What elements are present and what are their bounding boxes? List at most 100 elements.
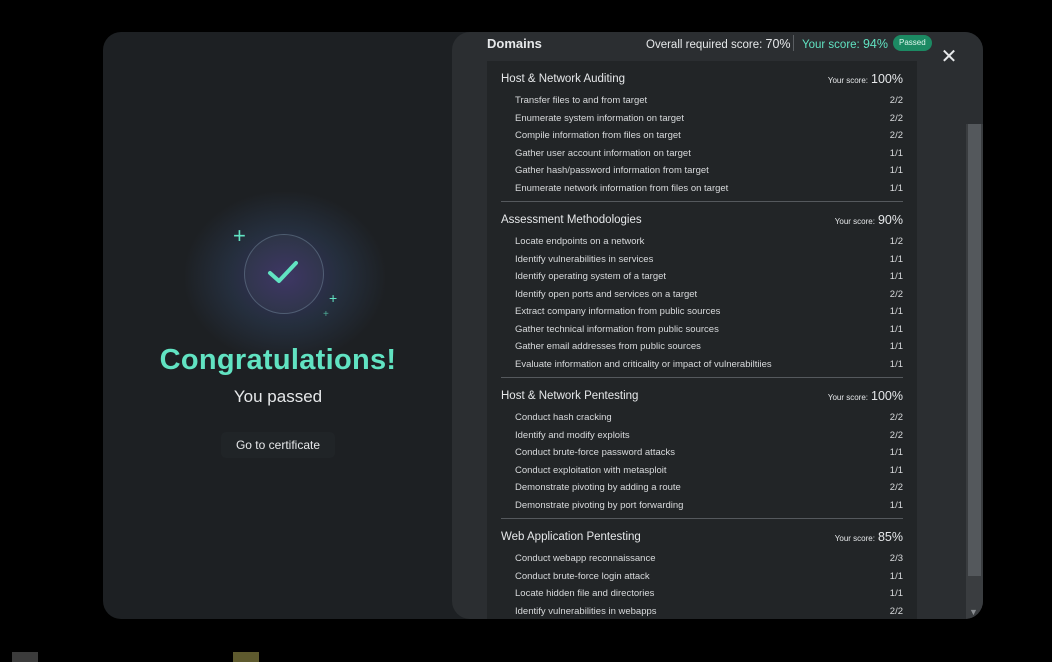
domain-header: Web Application Pentesting Your score: 85%	[501, 519, 903, 545]
checkmark-icon	[244, 234, 324, 314]
task-name: Conduct exploitation with metasploit	[515, 464, 667, 476]
scrollbar-thumb[interactable]	[968, 124, 981, 576]
domain-name: Web Application Pentesting	[501, 531, 641, 543]
task-row: Identify open ports and services on a ta…	[515, 285, 903, 303]
task-name: Gather technical information from public…	[515, 323, 719, 335]
task-row: Locate endpoints on a network 1/2	[515, 232, 903, 250]
task-score: 1/1	[889, 323, 903, 335]
task-row: Demonstrate pivoting by adding a route 2/…	[515, 478, 903, 496]
scroll-down-icon[interactable]: ▼	[969, 607, 978, 617]
task-score: 1/1	[889, 165, 903, 176]
task-row: Gather hash/password information from ta…	[515, 161, 903, 179]
task-name: Identify vulnerabilities in services	[515, 253, 654, 265]
task-score: 1/1	[889, 499, 903, 511]
task-name: Conduct brute-force password attacks	[515, 447, 675, 458]
task-score: 2/2	[889, 605, 903, 617]
task-name: Demonstrate pivoting by port forwarding	[515, 499, 684, 511]
task-name: Transfer files to and from target	[515, 95, 648, 106]
task-score: 1/1	[889, 147, 903, 159]
task-score: 2/2	[889, 95, 903, 106]
task-name: Identify open ports and services on a ta…	[515, 288, 698, 300]
task-score: 1/1	[889, 570, 903, 582]
task-row: Conduct hash cracking 2/2	[515, 408, 903, 426]
task-score: 1/1	[889, 358, 903, 370]
sparkle-icon: +	[323, 309, 329, 320]
domain-header: Host & Network Pentesting Your score: 100%	[501, 378, 903, 404]
task-score: 1/1	[889, 464, 903, 476]
domain-name: Host & Network Auditing	[501, 73, 626, 85]
task-score: 1/1	[889, 341, 903, 352]
task-name: Enumerate system information on target	[515, 112, 684, 124]
task-name: Gather hash/password information from ta…	[515, 165, 709, 176]
domain-name: Assessment Methodologies	[501, 214, 642, 226]
domain-header: Assessment Methodologies Your score: 90%	[501, 202, 903, 228]
task-name: Enumerate network information from files…	[515, 182, 729, 194]
domains-panel: Domains Overall required score: 70% Your…	[452, 32, 983, 619]
task-score: 2/3	[889, 553, 903, 564]
task-name: Evaluate information and criticality or …	[515, 358, 772, 370]
task-score: 1/1	[889, 306, 903, 317]
results-modal: + + + Congratulations! You passed Go to …	[103, 32, 983, 619]
task-score: 2/2	[889, 130, 903, 141]
task-score: 1/1	[889, 271, 903, 282]
task-score: 1/1	[889, 182, 903, 194]
task-row: Enumerate system information on target 2/…	[515, 109, 903, 127]
congrats-pane: + + + Congratulations! You passed Go to …	[103, 32, 453, 619]
domain-score: Your score: 100%	[827, 72, 903, 86]
task-row: Identify vulnerabilities in services 1/1	[515, 250, 903, 268]
sparkle-icon: +	[329, 290, 338, 306]
domain-list: Host & Network Auditing Your score: 100% Tr…	[487, 61, 917, 619]
close-icon[interactable]: ✕	[939, 47, 959, 67]
overall-required-score: Overall required score: 70%	[646, 37, 791, 51]
task-row: Identify and modify exploits 2/2	[515, 426, 903, 444]
domain-section: Host & Network Pentesting Your score: 100%…	[487, 378, 917, 519]
task-name: Conduct webapp reconnaissance	[515, 553, 656, 564]
task-name: Extract company information from public …	[515, 306, 721, 317]
scrollbar[interactable]: ▼	[966, 124, 983, 619]
task-row: Conduct brute-force login attack 1/1	[515, 567, 903, 585]
domains-title: Domains	[487, 36, 542, 51]
task-name: Identify vulnerabilities in webapps	[515, 605, 657, 617]
task-row: Locate hidden file and directories 1/1	[515, 584, 903, 602]
passed-subtitle: You passed	[233, 387, 323, 406]
task-score: 2/2	[889, 482, 903, 493]
domain-score: Your score: 100%	[827, 389, 903, 403]
domain-score: Your score: 90%	[834, 213, 903, 227]
taskbar	[0, 651, 300, 662]
task-row: Transfer files to and from target 2/2	[515, 91, 903, 109]
task-name: Demonstrate pivoting by adding a route	[515, 482, 681, 493]
domain-header: Host & Network Auditing Your score: 100%	[501, 61, 903, 87]
task-row: Identify vulnerabilities in webapps 2/2	[515, 602, 903, 620]
domain-section: Web Application Pentesting Your score: 85%…	[487, 519, 917, 619]
domain-section: Assessment Methodologies Your score: 90% Lo…	[487, 202, 917, 378]
your-total-score: Your score: 94%	[802, 37, 888, 51]
task-score: 2/2	[889, 288, 903, 300]
domains-header: Domains Overall required score: 70% Your…	[487, 32, 932, 56]
task-score: 2/2	[889, 112, 903, 124]
domain-section: Host & Network Auditing Your score: 100% Tr…	[487, 61, 917, 202]
header-divider	[793, 35, 794, 51]
task-name: Locate endpoints on a network	[515, 236, 645, 247]
task-row: Gather technical information from public…	[515, 320, 903, 338]
task-score: 1/1	[889, 447, 903, 458]
sparkle-icon: +	[233, 223, 246, 248]
task-score: 1/2	[889, 236, 903, 247]
task-row: Identify operating system of a target 1/1	[515, 267, 903, 285]
task-name: Gather user account information on targe…	[515, 147, 691, 159]
task-score: 1/1	[889, 588, 903, 599]
task-name: Identify operating system of a target	[515, 271, 667, 282]
task-name: Locate hidden file and directories	[515, 588, 655, 599]
task-row: Extract company information from public …	[515, 302, 903, 320]
task-row: Gather email addresses from public sourc…	[515, 337, 903, 355]
task-score: 2/2	[889, 412, 903, 423]
task-name: Compile information from files on target	[515, 130, 681, 141]
task-score: 2/2	[889, 429, 903, 441]
congrats-title: Congratulations!	[159, 344, 397, 376]
task-name: Conduct hash cracking	[515, 412, 612, 423]
task-name: Gather email addresses from public sourc…	[515, 341, 701, 352]
domain-score: Your score: 85%	[834, 530, 903, 544]
task-name: Conduct brute-force login attack	[515, 570, 650, 582]
task-row: Conduct exploitation with metasploit 1/1	[515, 461, 903, 479]
task-row: Conduct brute-force password attacks 1/1	[515, 443, 903, 461]
go-to-certificate-button[interactable]: Go to certificate	[221, 432, 335, 458]
